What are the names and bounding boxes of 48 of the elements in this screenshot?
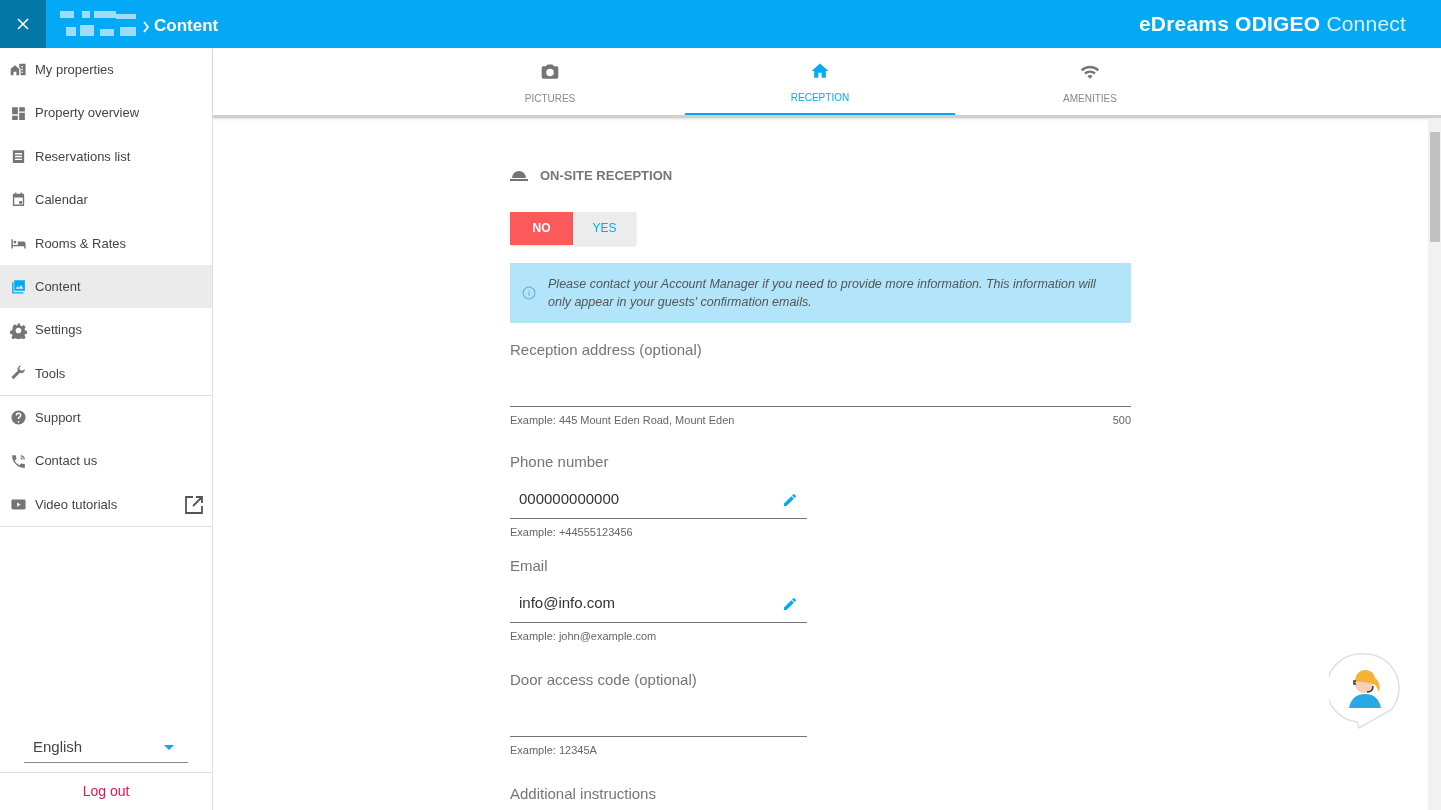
dropdown-icon xyxy=(164,745,174,750)
phone-icon xyxy=(10,452,27,470)
sidebar-item[interactable]: Video tutorials xyxy=(0,482,212,527)
scrollbar[interactable] xyxy=(1428,118,1441,810)
image-icon xyxy=(10,278,27,296)
sidebar-item[interactable]: Settings xyxy=(0,308,212,352)
service-bell-icon xyxy=(510,169,528,182)
field-label: Additional instructions xyxy=(510,783,657,804)
help-icon xyxy=(10,409,27,427)
sidebar-item[interactable]: Contact us xyxy=(0,439,212,483)
settings-icon xyxy=(10,321,27,339)
field-hint: Example: 12345A xyxy=(510,743,597,758)
breadcrumb-current: Content xyxy=(154,15,219,37)
close-button[interactable] xyxy=(0,0,46,48)
language-select[interactable]: English xyxy=(24,733,188,763)
list-icon xyxy=(10,147,27,165)
field-label: Email xyxy=(510,555,549,576)
sidebar-item[interactable]: Rooms & Rates xyxy=(0,221,212,265)
field-label: Door access code (optional) xyxy=(510,669,698,690)
tab[interactable]: AMENITIES xyxy=(955,48,1225,115)
assistant-avatar-icon[interactable] xyxy=(1329,652,1401,730)
pencil-icon[interactable] xyxy=(782,491,798,508)
input-field[interactable]: info@info.com xyxy=(510,585,807,623)
info-text: Please contact your Account Manager if you need to provide more information. This information will only appear in your guests' confirmation emails. xyxy=(548,275,1097,311)
sidebar-item[interactable]: My properties xyxy=(0,48,212,92)
section-title: ON-SITE RECEPTION xyxy=(540,167,673,185)
calendar-icon xyxy=(10,191,27,209)
field-hint: Example: john@example.com xyxy=(510,629,657,644)
input-field[interactable]: 000000000000 xyxy=(510,481,807,519)
field-hint: Example: 445 Mount Eden Road, Mount Eden xyxy=(510,413,735,428)
sidebar-item[interactable]: Content xyxy=(0,264,212,309)
brand-logo: eDreams ODIGEO Connect xyxy=(1138,11,1406,38)
sidebar-item[interactable]: Calendar xyxy=(0,178,212,222)
sidebar-item[interactable]: Reservations list xyxy=(0,134,212,179)
sidebar-item[interactable]: Support xyxy=(0,396,212,440)
pencil-icon[interactable] xyxy=(782,595,798,612)
field-label: Reception address (optional) xyxy=(510,339,703,360)
field-label: Phone number xyxy=(510,451,610,472)
dashboard-icon xyxy=(10,104,27,122)
wrench-icon xyxy=(10,364,27,382)
field-hint: Example: +44555123456 xyxy=(510,525,633,540)
character-counter: 500 xyxy=(1112,413,1131,428)
tab[interactable]: PICTURES xyxy=(415,48,685,115)
sidebar-item[interactable]: Property overview xyxy=(0,91,212,135)
close-icon xyxy=(17,18,29,30)
sidebar-item[interactable]: Tools xyxy=(0,351,212,396)
logout-link[interactable]: Log out xyxy=(82,781,130,802)
chevron-icon xyxy=(142,21,150,33)
